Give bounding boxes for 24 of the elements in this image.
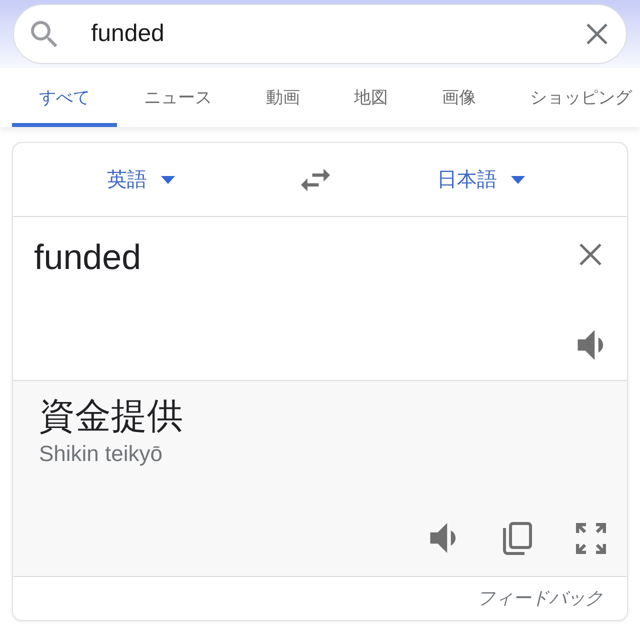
translation-text: 資金提供 (39, 394, 183, 438)
close-icon (586, 23, 608, 45)
copy-icon (502, 522, 532, 554)
fullscreen-arrows-icon (576, 522, 606, 554)
dropdown-caret-icon (161, 176, 175, 184)
source-text: funded (34, 237, 142, 279)
dropdown-caret-icon (511, 176, 525, 184)
search-icon (31, 20, 58, 48)
tab[interactable]: 地図 (327, 68, 415, 127)
tab[interactable]: すべて (12, 68, 117, 127)
tab[interactable]: 動画 (239, 68, 327, 127)
speaker-icon (428, 523, 458, 553)
swap-arrows-icon (301, 168, 330, 192)
tab[interactable]: 画像 (415, 68, 503, 127)
romanization-text: Shikin teikyō (39, 440, 163, 468)
feedback-link[interactable]: フィードバック (477, 585, 603, 612)
tab[interactable]: ショッピング (503, 68, 632, 127)
source-language-button[interactable]: 英語 (99, 156, 183, 202)
target-language-button[interactable]: 日本語 (429, 156, 533, 202)
tab[interactable]: ニュース (117, 68, 239, 127)
search-field[interactable]: funded (91, 14, 582, 54)
search-bar[interactable]: funded (13, 4, 627, 64)
speaker-icon (575, 330, 606, 360)
close-icon (579, 243, 602, 266)
